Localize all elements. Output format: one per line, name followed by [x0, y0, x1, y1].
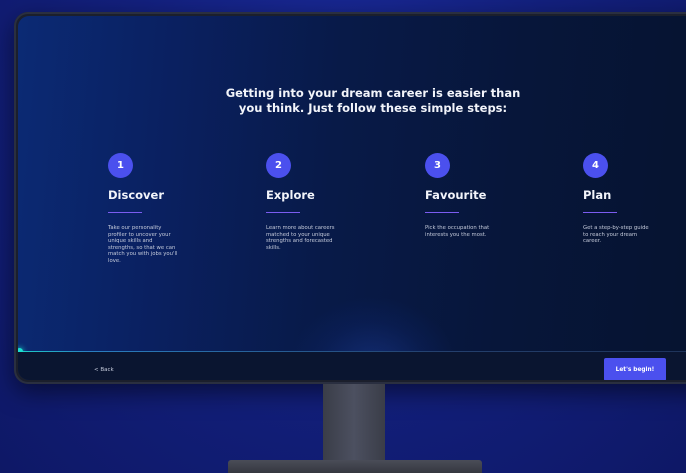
step-underline — [108, 212, 142, 213]
back-link[interactable]: < Back — [94, 367, 114, 373]
step-number-badge: 3 — [425, 153, 450, 178]
step-title: Plan — [583, 188, 612, 202]
step-description: Pick the occupation that interests you t… — [425, 225, 490, 238]
headline-line-2: you think. Just follow these simple step… — [238, 101, 508, 115]
monitor-stand-neck — [323, 384, 385, 464]
headline-line-1: Getting into your dream career is easier… — [225, 86, 521, 100]
step-description: Get a step-by-step guide to reach your d… — [583, 225, 649, 245]
step-title: Discover — [108, 188, 165, 202]
step-number-badge: 2 — [266, 153, 291, 178]
step-explore: 2 Explore Learn more about careers match… — [266, 153, 386, 251]
monitor-stand-base — [228, 460, 482, 473]
page-headline: Getting into your dream career is easier… — [218, 86, 528, 116]
app-screen: Getting into your dream career is easier… — [18, 16, 686, 380]
step-favourite: 3 Favourite Pick the occupation that int… — [425, 153, 545, 238]
step-number-badge: 4 — [583, 153, 608, 178]
lets-begin-button[interactable]: Let's begin! — [604, 358, 666, 380]
step-number-badge: 1 — [108, 153, 133, 178]
step-title: Favourite — [425, 188, 487, 202]
step-discover: 1 Discover Take our personality profiler… — [108, 153, 228, 265]
step-title: Explore — [266, 188, 315, 202]
step-underline — [266, 212, 300, 213]
monitor: Getting into your dream career is easier… — [14, 12, 686, 384]
step-plan: 4 Plan Get a step-by-step guide to reach… — [583, 153, 686, 245]
footer-bar: < Back Let's begin! — [18, 352, 686, 380]
step-underline — [583, 212, 617, 213]
step-description: Take our personality profiler to uncover… — [108, 225, 178, 264]
step-underline — [425, 212, 459, 213]
step-description: Learn more about careers matched to your… — [266, 225, 335, 251]
